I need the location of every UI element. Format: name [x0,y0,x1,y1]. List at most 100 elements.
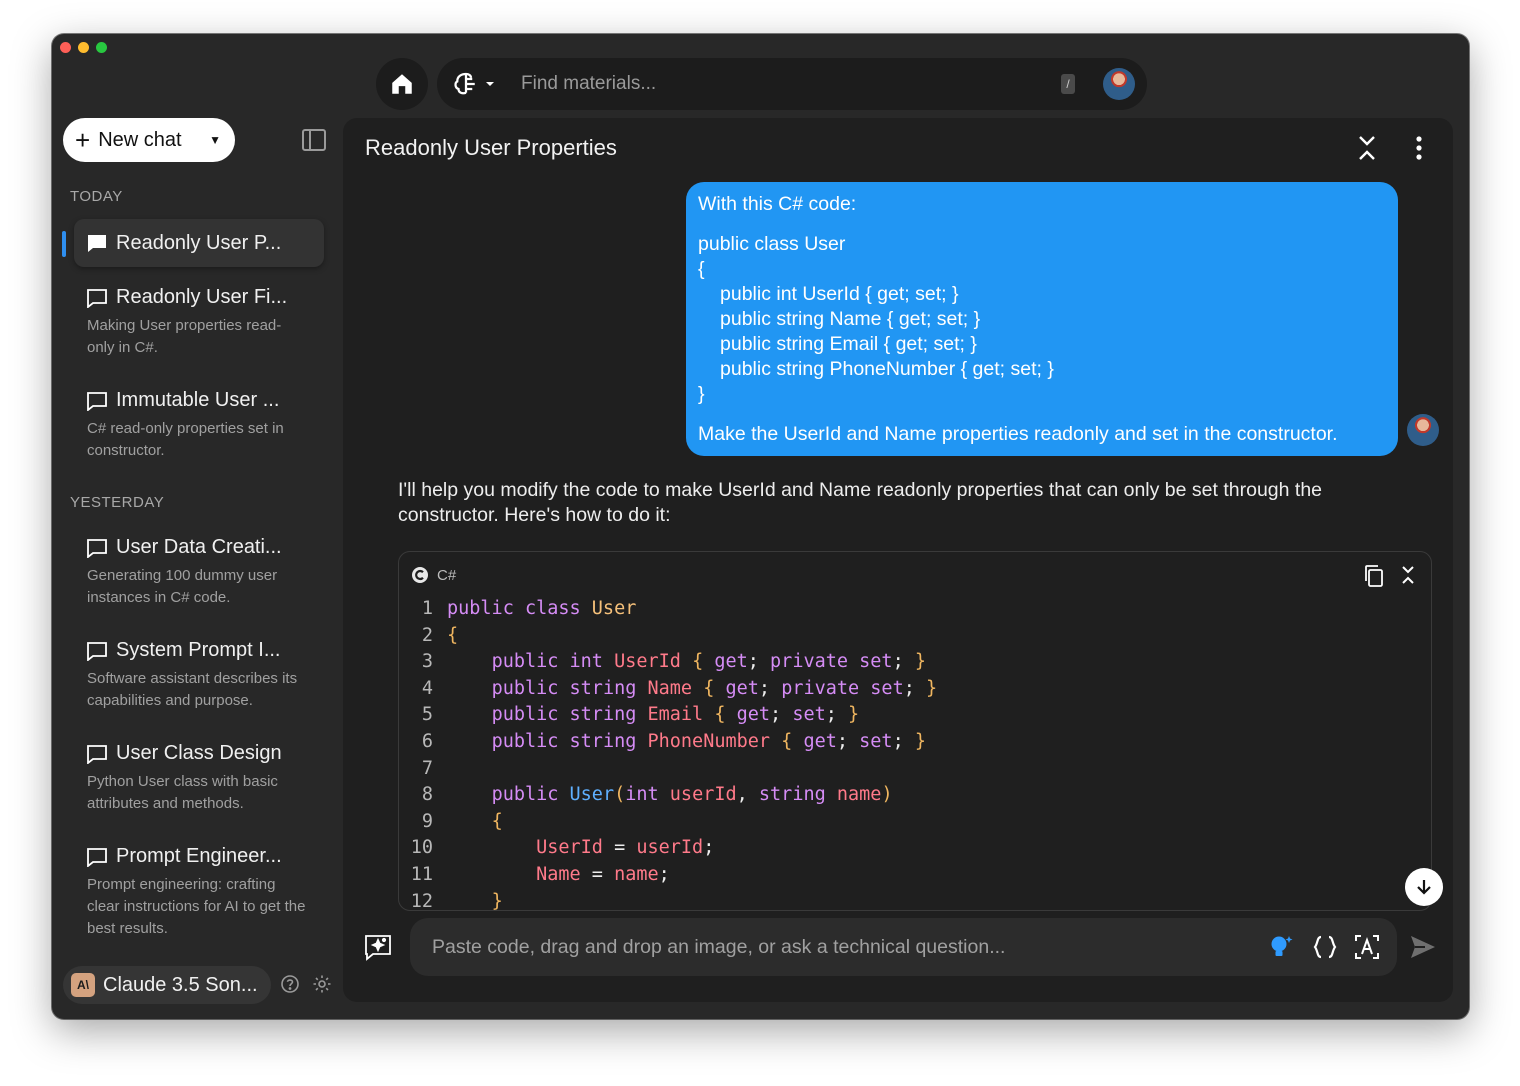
chat-item-title: Prompt Engineer... [116,845,282,867]
assistant-message: I'll help you modify the code to make Us… [398,479,1323,526]
code-line: 11 Name = name; [399,864,937,891]
chat-bubble-icon [87,847,107,867]
more-options-icon[interactable] [1409,134,1429,162]
search-input[interactable]: Find materials... [521,73,1061,95]
new-prompt-icon[interactable] [363,932,393,962]
user-message-request: Make the UserId and Name properties read… [698,423,1338,445]
line-number: 1 [421,598,433,619]
sidebar-chat-item[interactable]: System Prompt I... Software assistant de… [74,639,324,712]
maximize-window-button[interactable] [96,42,107,53]
model-name: Claude 3.5 Son... [103,973,258,996]
chat-item-title: Readonly User Fi... [116,286,288,308]
code-line: 1 public class User [399,598,937,625]
plus-icon: + [75,125,91,155]
code-block-header: C# [411,566,456,584]
new-chat-button[interactable]: + New chat ▼ [63,118,235,162]
anthropic-logo-icon: A\ [71,973,95,997]
user-message: With this C# code: public class User { p… [686,182,1398,456]
user-code-line: public string PhoneNumber { get; set; } [720,358,1054,380]
line-number: 3 [421,651,433,673]
user-code-line: public int UserId { get; set; } [720,283,959,305]
conversation-panel: Readonly User Properties With this C# co… [343,118,1453,1002]
chat-item-description: Prompt engineering: crafting clear instr… [87,876,306,937]
line-number: 7 [421,757,433,779]
sidebar-chat-item[interactable]: Prompt Engineer... Prompt engineering: c… [74,845,324,940]
chat-item-description: Python User class with basic attributes … [87,773,278,812]
code-braces-icon[interactable] [1311,933,1339,961]
code-line: 6 public string PhoneNumber { get; set; … [399,731,937,758]
chevron-down-icon[interactable]: ▼ [209,133,221,147]
home-icon [392,74,412,94]
scroll-to-bottom-button[interactable] [1405,868,1443,906]
chat-bubble-icon [87,288,107,308]
chat-item-title: Immutable User ... [116,389,280,411]
line-number: 10 [410,837,433,859]
chat-item-description: Making User properties read-only in C#. [87,317,282,356]
code-line: 10 UserId = userId; [399,837,937,864]
sidebar-chat-item[interactable]: Immutable User ... C# read-only properti… [74,389,324,462]
section-label-today: TODAY [70,188,123,205]
window-controls [60,42,107,53]
arrow-down-icon [1417,880,1431,895]
sidebar-chat-item[interactable]: User Class Design Python User class with… [74,742,324,815]
close-window-button[interactable] [60,42,71,53]
user-code-line: public string Name { get; set; } [720,308,981,330]
send-icon[interactable] [1409,934,1437,960]
search-bar: Find materials... / [437,58,1147,110]
chat-bubble-icon [88,235,106,252]
chat-bubble-icon [87,391,107,411]
sidebar-toggle-icon[interactable] [301,127,327,153]
code-line: 7 [399,758,937,785]
user-code-line: public class User [698,233,846,255]
code-lines: 1 public class User 2{ 3 public int UserI… [399,598,937,911]
csharp-icon [412,567,428,583]
code-line: 12 } [399,890,937,911]
sidebar-chat-item[interactable]: User Data Creati... Generating 100 dummy… [74,536,324,609]
lightbulb-icon[interactable] [1267,933,1297,961]
chat-item-title: User Data Creati... [116,536,282,558]
chat-item-description: C# read-only properties set in construct… [87,420,284,459]
gear-icon[interactable] [312,974,332,994]
section-label-yesterday: YESTERDAY [70,494,165,511]
help-icon[interactable] [280,974,300,994]
search-mode-selector[interactable] [451,69,521,99]
chat-item-title: Readonly User P... [116,231,282,254]
chat-bubble-icon [87,641,107,661]
line-number: 9 [421,810,433,832]
code-line: 3 public int UserId { get; private set; … [399,651,937,678]
line-number: 5 [421,704,433,726]
user-code-line: { [698,258,705,280]
code-line: 8 public User(int userId, string name) [399,784,937,811]
collapse-code-icon[interactable] [1399,564,1417,586]
message-input[interactable] [432,935,1267,959]
sidebar-chat-item[interactable]: Readonly User P... [74,219,324,267]
text-recognition-icon[interactable] [1353,933,1381,961]
chat-bubble-icon [87,538,107,558]
line-number: 11 [410,863,433,885]
chat-item-description: Generating 100 dummy user instances in C… [87,567,278,606]
user-avatar[interactable] [1103,68,1135,100]
code-line: 4 public string Name { get; private set;… [399,678,937,705]
user-message-avatar [1407,414,1439,446]
user-code-line: public string Email { get; set; } [720,333,977,355]
line-number: 12 [410,890,433,911]
line-number: 8 [421,784,433,806]
model-selector[interactable]: A\ Claude 3.5 Son... [63,966,271,1004]
code-language: C# [437,566,457,584]
collapse-icon[interactable] [1355,134,1379,162]
user-message-intro: With this C# code: [698,193,857,215]
message-input-container [410,918,1397,976]
conversation-title: Readonly User Properties [365,135,617,160]
user-code-line: } [698,383,705,405]
minimize-window-button[interactable] [78,42,89,53]
active-indicator [62,231,66,257]
home-button[interactable] [376,58,428,110]
copy-icon[interactable] [1363,564,1385,588]
shortcut-hint: / [1061,74,1075,94]
chat-item-title: User Class Design [116,742,282,764]
chat-item-title: System Prompt I... [116,639,281,661]
line-number: 6 [421,730,433,752]
code-line: 9 { [399,811,937,838]
app-window: Find materials... / + New chat ▼ TODAY R… [52,34,1469,1019]
sidebar-chat-item[interactable]: Readonly User Fi... Making User properti… [74,286,324,359]
